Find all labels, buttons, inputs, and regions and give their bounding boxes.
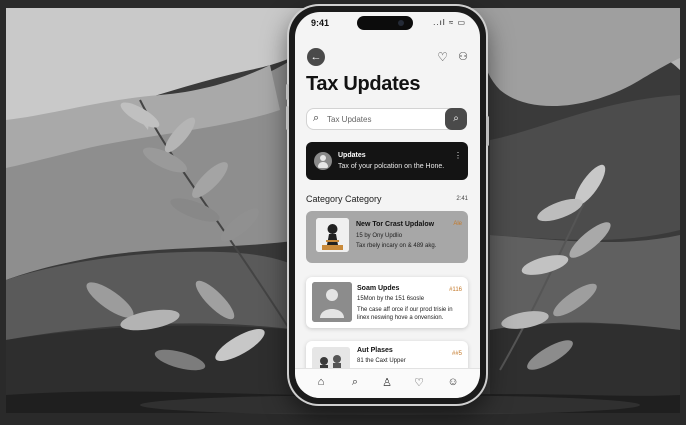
section-title: Category Category [306, 194, 382, 204]
search-bar: ⌕ ⌕ [306, 108, 467, 130]
profile-icon[interactable]: ♙ [379, 376, 395, 389]
status-bar: 9:41 ..ıl ≈ ▭ [295, 12, 480, 34]
status-icons: ..ıl ≈ ▭ [433, 18, 466, 27]
updates-banner[interactable]: Updates Tax of your polcation on the Hon… [306, 142, 468, 180]
chess-piece-image [316, 218, 349, 252]
card-title: New Tor Crast Updalow [356, 221, 435, 228]
power-button [486, 116, 489, 146]
card-description: The case aff orce if our prod trisie in [357, 307, 453, 313]
search-icon: ⌕ [313, 112, 320, 124]
card-title: Aut Plases [357, 347, 393, 354]
card-description: Tax rbely incary on & 489 akg. [356, 243, 437, 249]
page-title: Tax Updates [306, 73, 421, 95]
top-bar: ← ♡ ⚇ [307, 48, 468, 66]
card-tag: Ale [453, 221, 462, 227]
card-title: Soam Updes [357, 285, 400, 292]
back-arrow-icon[interactable]: ← [307, 48, 325, 66]
list-item[interactable]: New Tor Crast Updalow Ale 15 by Ony Updl… [306, 211, 468, 263]
home-icon[interactable]: ⌂ [313, 376, 329, 388]
status-time: 9:41 [311, 18, 330, 28]
camera-icon [398, 20, 404, 26]
section-count: 2:41 [456, 196, 468, 202]
search-button[interactable]: ⌕ [445, 108, 467, 130]
card-meta: 15Mon by the 151 6sosle [357, 296, 425, 302]
search-input[interactable] [327, 111, 437, 127]
heart-icon[interactable]: ♡ [437, 50, 448, 64]
avatar-icon [314, 152, 332, 170]
phone-frame: 9:41 ..ıl ≈ ▭ ← ♡ ⚇ Tax Updates ⌕ ⌕ Upda… [286, 6, 489, 404]
phone-screen: 9:41 ..ıl ≈ ▭ ← ♡ ⚇ Tax Updates ⌕ ⌕ Upda… [295, 12, 480, 398]
card-description: linex neswing hove a onvension. [357, 315, 444, 321]
volume-up-button [286, 84, 289, 100]
card-tag: #116 [449, 287, 462, 293]
card-meta: 15 by Ony Updlio [356, 233, 403, 239]
list-item[interactable]: Soam Updes #116 15Mon by the 151 6sosle … [306, 277, 468, 328]
card-tag: ##5 [451, 351, 462, 357]
person-image [312, 282, 352, 322]
banner-text: Tax of your polcation on the Hone. [338, 163, 445, 170]
user-icon[interactable]: ⚇ [458, 50, 468, 63]
bottom-tab-bar: ⌂ ⌕ ♙ ♡ ☺ [295, 368, 480, 398]
heart-icon[interactable]: ♡ [411, 376, 427, 389]
card-meta: 81 the Caxt Upper [357, 358, 406, 364]
search-icon[interactable]: ⌕ [347, 376, 363, 389]
volume-down-button [286, 106, 289, 130]
more-icon[interactable]: ⋮ [454, 151, 462, 160]
dynamic-island [357, 16, 413, 30]
section-header: Category Category 2:41 [306, 194, 468, 206]
banner-title: Updates [338, 152, 366, 159]
account-icon[interactable]: ☺ [445, 376, 461, 388]
